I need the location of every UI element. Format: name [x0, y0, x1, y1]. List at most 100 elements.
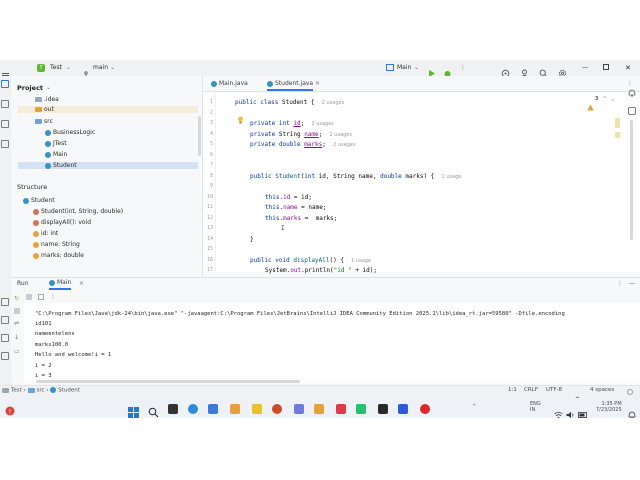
media-icon[interactable]	[252, 404, 262, 414]
usage-hint[interactable]: 2 usages	[333, 142, 355, 148]
chevron-down-icon[interactable]: ⌄	[46, 84, 51, 91]
project-panel-title[interactable]: Project	[17, 84, 43, 92]
structure-item-name[interactable]: name: String	[33, 241, 80, 248]
folder-icon[interactable]	[314, 404, 324, 414]
minimize-icon[interactable]: —	[629, 277, 635, 290]
project-tool-icon[interactable]	[1, 80, 9, 88]
search-icon[interactable]	[148, 403, 159, 418]
structure-item-id[interactable]: id: int	[33, 230, 58, 237]
chevron-down-icon[interactable]: ⌄	[414, 60, 419, 76]
tree-item-src[interactable]: src	[35, 118, 53, 125]
project-name[interactable]: Test	[50, 60, 62, 76]
structure-item-marks[interactable]: marks: double	[33, 252, 84, 259]
warning-count[interactable]: 3	[595, 96, 598, 102]
stop-icon[interactable]	[26, 294, 32, 300]
task-view-icon[interactable]	[168, 404, 178, 414]
rerun-icon[interactable]: ↻	[14, 295, 19, 302]
tree-item-out[interactable]: out	[18, 106, 198, 113]
maximize-icon[interactable]	[603, 64, 609, 70]
usage-hint[interactable]: 1 usage	[351, 258, 371, 264]
usage-hint[interactable]: 2 usages	[330, 132, 352, 138]
run-config-name[interactable]: Main	[397, 60, 411, 76]
weather-icon[interactable]: !	[4, 402, 16, 418]
whatsapp-icon[interactable]	[356, 404, 366, 414]
usage-hint[interactable]: 2 usages	[322, 100, 344, 106]
run-tab[interactable]: Run	[17, 277, 29, 290]
start-icon[interactable]	[128, 403, 139, 418]
wifi-icon[interactable]	[554, 404, 563, 418]
structure-tool-icon[interactable]	[1, 120, 9, 128]
console-hscrollbar[interactable]	[36, 380, 300, 383]
chevron-down-icon[interactable]: ⌄	[110, 60, 115, 76]
breadcrumb-item[interactable]: Test	[11, 388, 22, 394]
volume-icon[interactable]	[566, 404, 575, 418]
opera-icon[interactable]	[420, 404, 430, 414]
structure-panel-title[interactable]: Structure	[17, 183, 47, 191]
run-config-tab[interactable]: Main	[49, 277, 72, 290]
main-menu-icon[interactable]	[2, 64, 9, 78]
tree-item-student[interactable]: Student	[18, 162, 198, 169]
chevron-up-icon[interactable]: ⌃	[603, 96, 606, 102]
memory-indicator-icon[interactable]	[627, 389, 633, 395]
structure-item-displayall[interactable]: displayAll(): void	[33, 219, 91, 226]
code-editor[interactable]: 1 2 3 4 5 6 7 8 9 10 11 12 13 14 15 16 1…	[203, 92, 640, 274]
tab-close-icon[interactable]: ✕	[315, 76, 320, 91]
notification-center-icon[interactable]	[628, 404, 636, 418]
language-indicator[interactable]: ENG IN	[530, 401, 541, 413]
tree-item-jtest[interactable]: JTest	[45, 140, 67, 147]
tree-item-businesslogic[interactable]: BusinessLogic	[45, 129, 95, 136]
close-icon[interactable]: ✕	[625, 60, 631, 76]
notifications-icon[interactable]	[628, 82, 636, 101]
usage-hint[interactable]: 2 usages	[311, 121, 333, 127]
project-badge[interactable]: T	[37, 64, 45, 72]
warning-stripe[interactable]	[615, 132, 620, 138]
file-encoding[interactable]: UTF-8	[546, 387, 562, 393]
caret-position[interactable]: 1:1	[508, 387, 517, 393]
line-separator[interactable]: CRLF	[524, 387, 538, 393]
clock[interactable]: 1:35 PM 7/23/2025	[596, 401, 622, 413]
tab-student-java[interactable]: Student.java	[267, 76, 314, 91]
more-actions-icon[interactable]: ⋮	[460, 60, 466, 76]
warning-icon[interactable]	[587, 96, 594, 115]
tree-item-main[interactable]: Main	[45, 151, 67, 158]
scroll-end-icon[interactable]: ↓	[14, 334, 19, 341]
structure-item-constructor[interactable]: Student(int, String, double)	[33, 208, 123, 215]
soft-wrap-icon[interactable]: ⇌	[14, 320, 19, 327]
battery-icon[interactable]	[578, 404, 588, 418]
more-actions-icon[interactable]: ⋮	[617, 277, 623, 290]
lightbulb-icon[interactable]	[237, 109, 244, 128]
warning-stripe[interactable]	[615, 118, 620, 128]
terminal-tool-icon[interactable]	[1, 316, 9, 324]
tree-item-idea[interactable]: .idea	[35, 96, 59, 103]
ai-assistant-icon[interactable]	[628, 100, 636, 119]
chevron-down-icon[interactable]: ⌄	[66, 60, 71, 76]
file-explorer-icon[interactable]	[230, 404, 240, 414]
run-console[interactable]: "C:\Program Files\Java\jdk-24\bin\java.e…	[24, 303, 640, 383]
layout-icon[interactable]	[38, 294, 44, 300]
problems-tool-icon[interactable]	[1, 334, 9, 342]
structure-root[interactable]: Student	[23, 197, 55, 204]
branch-name[interactable]: main	[93, 60, 108, 76]
edge-icon[interactable]	[188, 404, 198, 414]
git-tool-icon[interactable]	[1, 352, 9, 360]
breadcrumb-item[interactable]: Student	[58, 388, 80, 394]
print-icon[interactable]: ▭	[14, 348, 20, 355]
chrome-icon[interactable]	[398, 404, 408, 414]
minimize-icon[interactable]: —	[582, 60, 588, 76]
intellij-icon[interactable]	[378, 404, 388, 414]
app-icon[interactable]	[336, 404, 346, 414]
indent-setting[interactable]: 4 spaces	[590, 387, 614, 393]
chevron-up-icon[interactable]: ⌃	[472, 404, 477, 410]
commit-tool-icon[interactable]	[1, 100, 9, 108]
chevron-down-icon[interactable]: ⌄	[611, 96, 614, 102]
word-icon[interactable]	[208, 404, 218, 414]
breadcrumb-item[interactable]: src	[37, 388, 45, 394]
run-tool-icon[interactable]	[1, 298, 9, 306]
editor-scrollbar[interactable]	[630, 120, 633, 240]
close-icon[interactable]: ✕	[79, 277, 84, 290]
usage-hint[interactable]: 1 usage	[442, 174, 462, 180]
more-actions-icon[interactable]: ⋮	[50, 291, 56, 303]
tab-main-java[interactable]: Main.java	[211, 76, 248, 91]
stop-icon[interactable]	[14, 308, 20, 314]
office-icon[interactable]	[272, 404, 282, 414]
